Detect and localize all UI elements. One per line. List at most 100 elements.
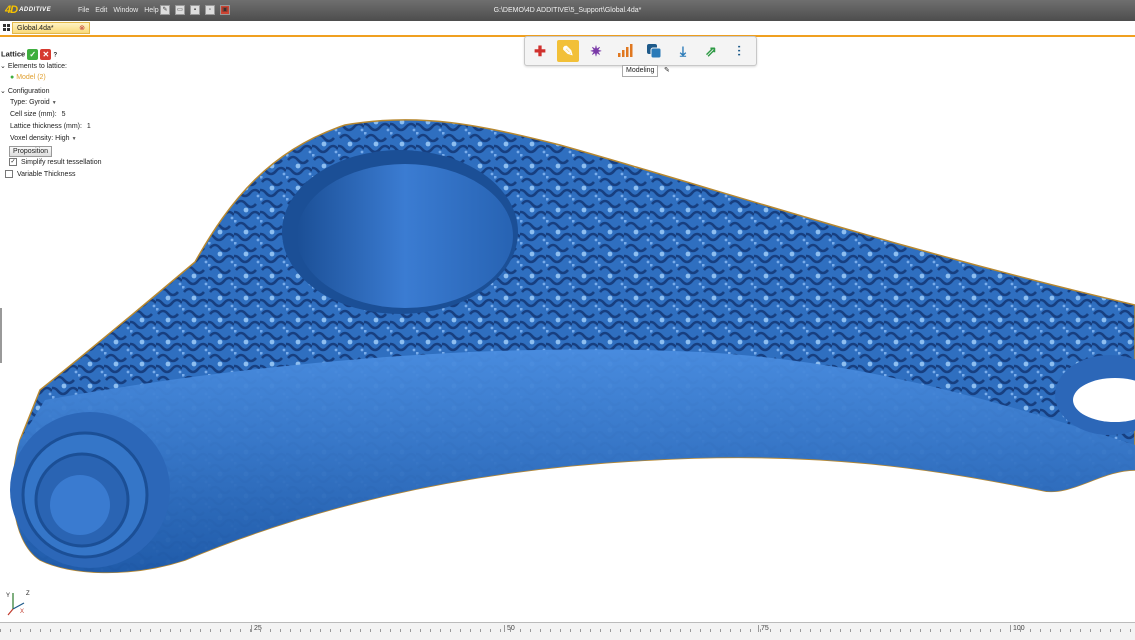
ruler-minor-tick [1070,629,1071,632]
cell-size-input[interactable]: 5 [62,111,66,118]
ruler-tick [504,625,505,632]
confirm-icon[interactable]: ✓ [27,49,39,60]
star-icon[interactable]: ✷ [585,40,607,62]
ruler-minor-tick [650,629,651,632]
ruler-tick [251,625,252,632]
ruler-minor-tick [710,629,711,632]
ruler-minor-tick [360,629,361,632]
voxel-select[interactable]: High ▼ [55,135,76,142]
ruler-minor-tick [810,629,811,632]
ruler-minor-tick [940,629,941,632]
ruler-minor-tick [760,629,761,632]
thickness-row: Lattice thickness (mm): 1 [10,123,91,130]
thickness-label: Lattice thickness (mm): [10,123,82,130]
ruler-minor-tick [1100,629,1101,632]
ruler-minor-tick [690,629,691,632]
ruler-minor-tick [640,629,641,632]
simplify-checkbox[interactable]: ✓ [9,158,17,166]
configuration-section[interactable]: ⌄ Configuration [0,87,49,95]
ruler-minor-tick [390,629,391,632]
close-icon[interactable]: ⊗ [79,23,85,33]
modeling-toolbar: ✚ ✎ ✷ ⤓ ⇗ ⫶ [524,36,757,66]
ruler-minor-tick [520,629,521,632]
cell-size-row: Cell size (mm): 5 [10,111,66,118]
ruler-minor-tick [460,629,461,632]
cancel-icon[interactable]: ✕ [40,49,52,60]
ruler-minor-tick [700,629,701,632]
ruler-minor-tick [350,629,351,632]
export-icon[interactable]: ⇗ [700,40,722,62]
ruler-minor-tick [330,629,331,632]
ruler-minor-tick [500,629,501,632]
wrench-icon[interactable]: ✎ [557,40,579,62]
copy-icon[interactable] [643,40,665,62]
ruler-minor-tick [870,629,871,632]
ruler-minor-tick [890,629,891,632]
ruler-minor-tick [30,629,31,632]
voxel-value: High [55,135,70,142]
ruler-minor-tick [660,629,661,632]
ruler-minor-tick [750,629,751,632]
screw-icon[interactable]: ⫶ [728,40,750,62]
grid-icon[interactable] [3,24,11,32]
thickness-input[interactable]: 1 [87,123,91,130]
panel-title: Lattice [1,49,26,59]
element-item[interactable]: ● Model (2) [10,74,46,81]
simplify-label: Simplify result tessellation [20,158,102,166]
ruler-minor-tick [430,629,431,632]
ruler-minor-tick [1040,629,1041,632]
ruler-minor-tick [1010,629,1011,632]
pin-icon[interactable]: ✎ [664,66,670,74]
dropdown-arrow-icon: ▼ [51,100,57,106]
ruler-minor-tick [830,629,831,632]
ruler-minor-tick [970,629,971,632]
type-row: Type: Gyroid ▼ [10,99,57,106]
ruler-minor-tick [0,629,1,632]
tab-label: Global.4da* [17,25,54,32]
cell-size-label: Cell size (mm): [10,111,57,118]
elements-section[interactable]: ⌄ Elements to lattice: [0,62,67,70]
ruler-minor-tick [510,629,511,632]
ruler-minor-tick [270,629,271,632]
ruler-minor-tick [1000,629,1001,632]
download-icon[interactable]: ⤓ [672,40,694,62]
bottom-ruler: 25 50 75 100 [0,622,1135,640]
ruler-minor-tick [1120,629,1121,632]
voxel-row: Voxel density: High ▼ [10,135,77,142]
ruler-minor-tick [210,629,211,632]
ruler-minor-tick [580,629,581,632]
ruler-minor-tick [610,629,611,632]
ruler-minor-tick [370,629,371,632]
ruler-minor-tick [850,629,851,632]
chart-icon[interactable] [614,40,636,62]
add-icon[interactable]: ✚ [529,40,551,62]
ruler-label-75: 75 [761,625,769,632]
ruler-minor-tick [570,629,571,632]
tab-global[interactable]: Global.4da* ⊗ [12,22,90,34]
axis-triad: Z Y X [6,589,36,619]
element-label: Model (2) [16,74,46,81]
help-icon[interactable]: ? [53,52,57,58]
variable-checkbox[interactable] [5,170,13,178]
ruler-minor-tick [1060,629,1061,632]
ruler-minor-tick [590,629,591,632]
ruler-minor-tick [950,629,951,632]
model-viewport[interactable] [0,37,1135,622]
splitter-handle[interactable] [0,308,2,363]
ruler-minor-tick [410,629,411,632]
ruler-minor-tick [40,629,41,632]
document-tab-bar: Global.4da* ⊗ [0,21,1135,37]
title-bar: 4D ADDITIVE File Edit Window Help ✎ ▭ ▪ … [0,0,1135,21]
type-select[interactable]: Gyroid ▼ [29,99,57,106]
ruler-minor-tick [220,629,221,632]
ruler-minor-tick [820,629,821,632]
ruler-minor-tick [420,629,421,632]
ruler-minor-tick [280,629,281,632]
proposition-button[interactable]: Proposition [9,146,53,157]
ruler-minor-tick [1110,629,1111,632]
ruler-minor-tick [340,629,341,632]
configuration-heading: Configuration [7,88,50,95]
ruler-minor-tick [1090,629,1091,632]
ruler-minor-tick [1020,629,1021,632]
ruler-minor-tick [250,629,251,632]
